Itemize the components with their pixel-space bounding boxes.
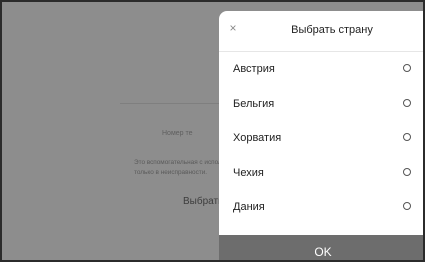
country-picker-sheet: × Выбрать страну Австрия Бельгия Хорвати… (219, 11, 423, 260)
country-item-croatia[interactable]: Хорватия (219, 121, 423, 156)
divider (120, 103, 230, 104)
country-item-denmark[interactable]: Дания (219, 190, 423, 225)
radio-button[interactable] (403, 202, 411, 210)
sheet-title: Выбрать страну (291, 24, 373, 36)
ok-button[interactable]: OK (219, 235, 423, 260)
sheet-header: × Выбрать страну (219, 11, 423, 52)
country-label: Чехия (233, 166, 264, 179)
country-item-czechia[interactable]: Чехия (219, 156, 423, 191)
radio-button[interactable] (403, 98, 411, 107)
country-label: Бельгия (233, 97, 275, 110)
radio-button[interactable] (403, 167, 411, 176)
country-item-austria[interactable]: Австрия (219, 52, 423, 87)
radio-button[interactable] (403, 64, 411, 72)
country-list: Австрия Бельгия Хорватия Чехия Дания (219, 52, 423, 225)
country-label: Австрия (233, 63, 275, 75)
app-window: Номер те Это вспомогательная с используе… (0, 0, 425, 262)
radio-button[interactable] (403, 133, 411, 141)
country-label: Дания (233, 201, 265, 213)
select-country-link[interactable]: Выбрать (183, 196, 223, 207)
phone-number-label: Номер те (162, 130, 193, 137)
country-label: Хорватия (233, 132, 282, 144)
country-item-belgium[interactable]: Бельгия (219, 87, 423, 122)
